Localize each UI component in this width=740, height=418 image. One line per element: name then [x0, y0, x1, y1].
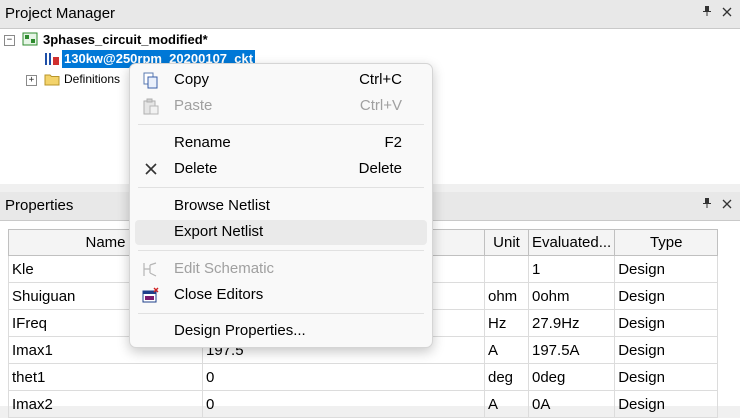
menu-label-rename: Rename — [174, 134, 231, 151]
menu-separator — [138, 313, 424, 314]
column-header-type[interactable]: Type — [614, 229, 719, 256]
cell-evaluated: 0ohm — [527, 282, 616, 310]
menu-item-close-editors[interactable]: Close Editors — [135, 283, 427, 308]
menu-label-delete: Delete — [174, 160, 218, 177]
menu-label-design-properties: Design Properties... — [174, 322, 306, 339]
table-row[interactable]: thet1 0 deg 0deg Design — [8, 363, 719, 391]
cell-unit[interactable]: A — [484, 336, 529, 364]
menu-item-edit-schematic[interactable]: Edit Schematic — [135, 257, 427, 282]
cell-evaluated: 27.9Hz — [527, 309, 616, 337]
menu-separator — [138, 187, 424, 188]
cell-type: Design — [614, 336, 719, 364]
menu-shortcut-rename: F2 — [384, 134, 402, 151]
menu-label-paste: Paste — [174, 97, 213, 114]
cell-type: Design — [614, 363, 719, 391]
cell-unit[interactable]: A — [484, 390, 529, 418]
cell-evaluated: 0deg — [527, 363, 616, 391]
cell-name[interactable]: Imax2 — [8, 390, 203, 418]
menu-shortcut-paste: Ctrl+V — [359, 97, 402, 114]
menu-shortcut-copy: Ctrl+C — [359, 71, 402, 88]
circuit-design-icon — [44, 51, 60, 65]
cell-evaluated: 197.5A — [527, 336, 616, 364]
cell-type: Design — [614, 255, 719, 283]
column-header-unit[interactable]: Unit — [484, 229, 529, 256]
menu-item-rename[interactable]: Rename F2 — [135, 131, 427, 156]
folder-icon — [44, 72, 60, 86]
menu-label-edit-schematic: Edit Schematic — [174, 260, 275, 277]
menu-item-paste[interactable]: Paste Ctrl+V — [135, 94, 427, 119]
properties-title: Properties — [5, 197, 74, 214]
paste-icon — [142, 98, 160, 115]
menu-label-close-editors: Close Editors — [174, 286, 264, 303]
menu-item-browse-netlist[interactable]: Browse Netlist — [135, 194, 427, 219]
pin-icon[interactable] — [702, 197, 712, 212]
table-row[interactable]: Imax2 0 A 0A Design — [8, 390, 719, 418]
cell-name[interactable]: thet1 — [8, 363, 203, 391]
cell-unit[interactable]: Hz — [484, 309, 529, 337]
project-manager-title: Project Manager — [5, 5, 116, 22]
menu-item-delete[interactable]: Delete Delete — [135, 157, 427, 182]
root-collapse-icon[interactable]: − — [4, 35, 15, 46]
cell-unit[interactable]: deg — [484, 363, 529, 391]
close-icon[interactable] — [722, 196, 732, 212]
cell-evaluated: 1 — [527, 255, 616, 283]
menu-label-export-netlist: Export Netlist — [174, 223, 264, 240]
menu-shortcut-delete: Delete — [358, 160, 402, 177]
cell-unit[interactable] — [484, 255, 529, 283]
close-editors-icon — [142, 287, 160, 304]
menu-item-export-netlist[interactable]: Export Netlist — [135, 220, 427, 245]
copy-icon — [142, 72, 160, 89]
menu-separator — [138, 124, 424, 125]
delete-x-icon — [142, 161, 160, 178]
cell-type: Design — [614, 390, 719, 418]
tree-root-label[interactable]: 3phases_circuit_modified* — [43, 32, 208, 47]
menu-item-design-properties[interactable]: Design Properties... — [135, 319, 427, 344]
cell-type: Design — [614, 282, 719, 310]
menu-label-copy: Copy — [174, 71, 210, 88]
pin-icon[interactable] — [702, 5, 712, 20]
definitions-expand-icon[interactable]: + — [26, 75, 37, 86]
menu-separator — [138, 250, 424, 251]
menu-item-copy[interactable]: Copy Ctrl+C — [135, 68, 427, 93]
cell-value[interactable]: 0 — [202, 363, 485, 391]
menu-label-browse-netlist: Browse Netlist — [174, 197, 270, 214]
cell-evaluated: 0A — [527, 390, 616, 418]
project-manager-header: Project Manager — [0, 0, 740, 29]
context-menu: Copy Ctrl+C Paste Ctrl+V Rename F2 Delet… — [129, 63, 433, 348]
schematic-icon — [142, 261, 160, 278]
tree-definitions-label[interactable]: Definitions — [64, 72, 120, 86]
cell-type: Design — [614, 309, 719, 337]
project-icon — [22, 32, 38, 46]
close-icon[interactable] — [722, 4, 732, 20]
column-header-evaluated[interactable]: Evaluated... — [527, 229, 616, 256]
cell-unit[interactable]: ohm — [484, 282, 529, 310]
cell-value[interactable]: 0 — [202, 390, 485, 418]
